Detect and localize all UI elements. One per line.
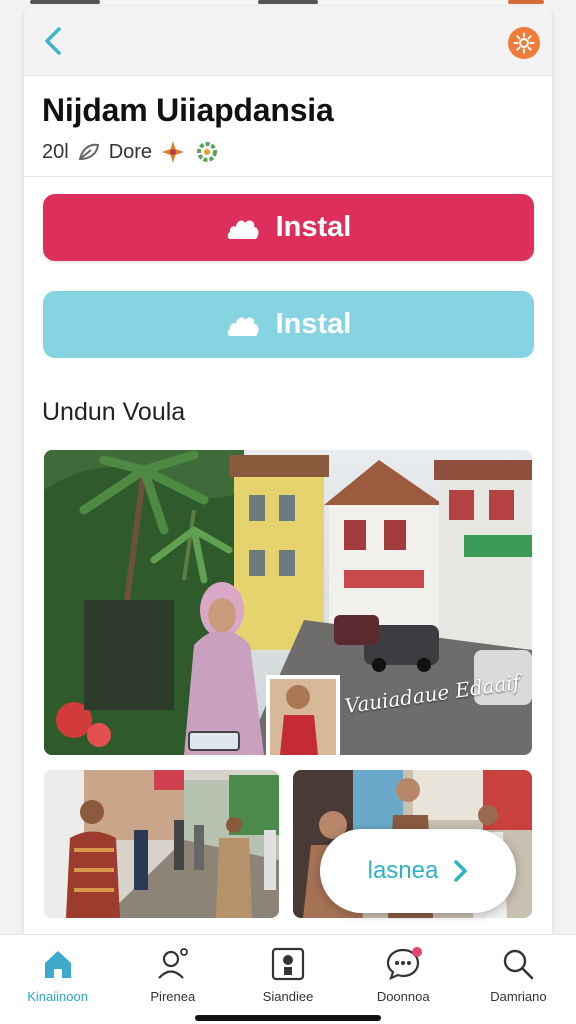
chevron-right-icon (454, 860, 468, 882)
tab-home[interactable]: Kinaiinoon (0, 935, 115, 1024)
meta-text: Dore (108, 140, 153, 163)
sparkle-icon (162, 141, 185, 163)
gallery-photo-main[interactable]: Vauiadaue Edaaif (44, 450, 532, 755)
notification-badge (411, 947, 422, 957)
page-title: Nijdam Uiiapdansia (42, 92, 334, 128)
status-bar-left (30, 0, 100, 4)
tab-profile[interactable]: Pirenea (115, 935, 230, 1024)
settings-button[interactable] (508, 27, 540, 59)
app-detail-card: Nijdam Uiiapdansia 20l Dore Instal Insta… (24, 6, 552, 946)
tab-bar: Kinaiinoon Pirenea Siandiee Doonnoa Damr… (0, 934, 576, 1024)
header-divider (24, 176, 552, 177)
navigation-bar (24, 6, 552, 76)
status-bar-center (258, 0, 318, 4)
meta-number: 20l (42, 140, 69, 163)
wreath-icon (197, 142, 218, 162)
back-button[interactable] (36, 24, 70, 58)
leaf-icon (78, 143, 99, 161)
tab-label-search: Damriano (490, 989, 547, 1004)
install-label-secondary: Instal (275, 308, 352, 340)
install-label-primary: Instal (275, 211, 352, 243)
tab-label-chat: Doonnoa (376, 989, 430, 1004)
gear-icon (513, 32, 535, 54)
tab-label-profile: Pirenea (150, 989, 196, 1004)
install-button-secondary[interactable]: Instal (43, 291, 534, 358)
battery-icon (508, 0, 544, 4)
chevron-left-icon (45, 27, 61, 55)
section-title: Undun Voula (42, 398, 186, 426)
street-people-image (44, 770, 279, 918)
tab-label-home: Kinaiinoon (27, 989, 88, 1004)
home-icon (44, 951, 71, 978)
id-card-icon (271, 947, 305, 981)
cloud-icon (227, 219, 259, 239)
cloud-icon (227, 316, 259, 336)
app-meta: 20l Dore (42, 140, 220, 164)
home-indicator (195, 1015, 381, 1021)
tab-chat[interactable]: Doonnoa (346, 935, 461, 1024)
search-icon (504, 949, 534, 980)
open-button-label: lasnea (367, 857, 439, 884)
open-button[interactable]: lasnea (320, 829, 516, 913)
gallery-photo-left[interactable] (44, 770, 279, 918)
street-scene-image (44, 450, 532, 755)
profile-icon (157, 948, 188, 979)
install-button-primary[interactable]: Instal (43, 194, 534, 261)
tab-label-id: Siandiee (262, 989, 314, 1004)
tab-id[interactable]: Siandiee (230, 935, 345, 1024)
tab-search[interactable]: Damriano (461, 935, 576, 1024)
app-header: Nijdam Uiiapdansia 20l Dore (24, 76, 552, 176)
